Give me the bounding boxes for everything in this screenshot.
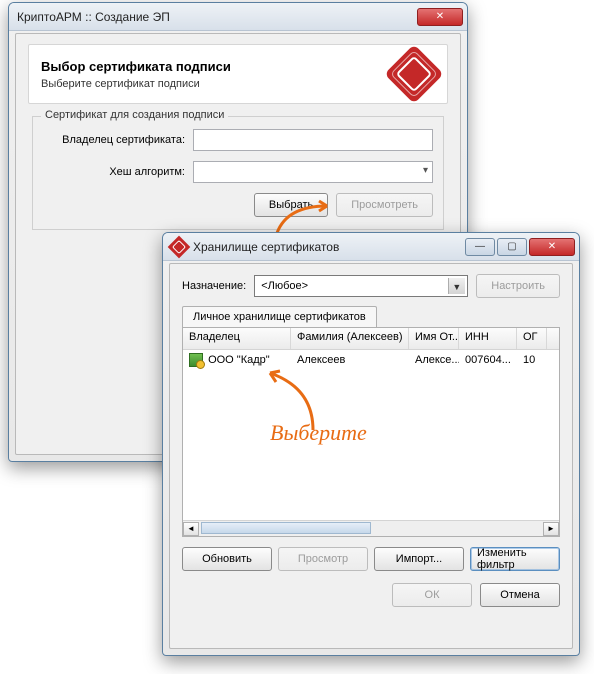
purpose-combo[interactable]: <Любое> ▼ (254, 275, 468, 297)
cell-owner: ООО "Кадр" (208, 354, 270, 366)
col-surname[interactable]: Фамилия (Алексеев) (291, 328, 409, 349)
fieldset-legend: Сертификат для создания подписи (41, 109, 228, 121)
close-icon[interactable]: ✕ (529, 238, 575, 256)
view-button: Просмотреть (336, 193, 433, 217)
ok-button: ОК (392, 583, 472, 607)
window2-title: Хранилище сертификатов (193, 240, 465, 254)
configure-button: Настроить (476, 274, 560, 298)
col-og[interactable]: ОГ (517, 328, 547, 349)
scroll-left-icon[interactable]: ◄ (183, 522, 199, 536)
cell-og: 10 (517, 352, 547, 368)
titlebar-1[interactable]: КриптоАРМ :: Создание ЭП ✕ (9, 3, 467, 31)
window1-title: КриптоАРМ :: Создание ЭП (17, 10, 417, 24)
col-name[interactable]: Имя От... (409, 328, 459, 349)
minimize-icon[interactable]: — (465, 238, 495, 256)
close-icon[interactable]: ✕ (417, 8, 463, 26)
cancel-button[interactable]: Отмена (480, 583, 560, 607)
table-row[interactable]: ООО "Кадр" Алексеев Алексе... 007604... … (183, 350, 559, 370)
purpose-value: <Любое> (261, 280, 308, 292)
cell-name: Алексе... (409, 352, 459, 368)
wizard-header: Выбор сертификата подписи Выберите серти… (28, 44, 448, 104)
import-button[interactable]: Импорт... (374, 547, 464, 571)
scroll-right-icon[interactable]: ► (543, 522, 559, 536)
chevron-down-icon: ▼ (452, 282, 461, 292)
cryptoarm-logo-icon (384, 44, 443, 103)
col-owner[interactable]: Владелец (183, 328, 291, 349)
view-cert-button: Просмотр (278, 547, 368, 571)
select-button[interactable]: Выбрать (254, 193, 328, 217)
cryptoarm-icon (168, 235, 191, 258)
col-inn[interactable]: ИНН (459, 328, 517, 349)
tab-personal-store[interactable]: Личное хранилище сертификатов (182, 306, 377, 327)
wizard-subtitle: Выберите сертификат подписи (41, 78, 393, 90)
cell-inn: 007604... (459, 352, 517, 368)
hash-label: Хеш алгоритм: (43, 166, 193, 178)
refresh-button[interactable]: Обновить (182, 547, 272, 571)
horizontal-scrollbar[interactable]: ◄ ► (183, 520, 559, 536)
wizard-title: Выбор сертификата подписи (41, 59, 393, 74)
maximize-icon[interactable]: ▢ (497, 238, 527, 256)
certificate-list[interactable]: Владелец Фамилия (Алексеев) Имя От... ИН… (182, 327, 560, 537)
window-cert-store: Хранилище сертификатов — ▢ ✕ Назначение:… (162, 232, 580, 656)
window2-client: Назначение: <Любое> ▼ Настроить Личное х… (169, 263, 573, 649)
certificate-icon (189, 353, 203, 367)
change-filter-button[interactable]: Изменить фильтр (470, 547, 560, 571)
titlebar-2[interactable]: Хранилище сертификатов — ▢ ✕ (163, 233, 579, 261)
owner-label: Владелец сертификата: (43, 134, 193, 146)
certificate-fieldset: Сертификат для создания подписи Владелец… (32, 116, 444, 230)
scroll-thumb[interactable] (201, 522, 371, 534)
hash-combo[interactable] (193, 161, 433, 183)
purpose-label: Назначение: (182, 280, 246, 292)
column-headers[interactable]: Владелец Фамилия (Алексеев) Имя От... ИН… (183, 328, 559, 350)
cell-surname: Алексеев (291, 352, 409, 368)
owner-field[interactable] (193, 129, 433, 151)
